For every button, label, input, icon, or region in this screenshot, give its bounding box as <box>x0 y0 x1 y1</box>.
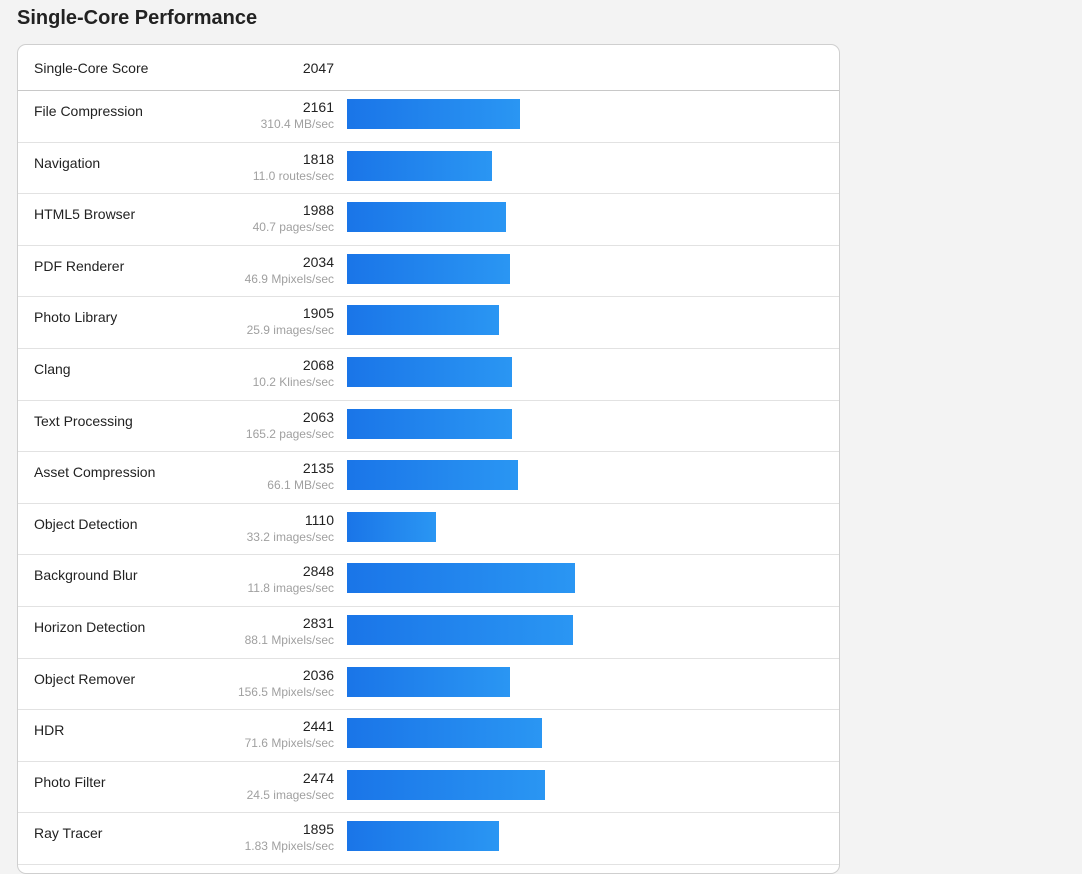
benchmark-name: Ray Tracer <box>34 825 103 842</box>
benchmark-throughput: 46.9 Mpixels/sec <box>244 271 334 286</box>
score-bar <box>347 563 575 594</box>
table-row: Horizon Detection 2831 88.1 Mpixels/sec <box>18 607 839 659</box>
score-bar-track <box>347 666 667 697</box>
benchmark-throughput: 24.5 images/sec <box>246 787 334 802</box>
benchmark-name: File Compression <box>34 103 143 119</box>
table-row: Clang 2068 10.2 Klines/sec <box>18 349 839 401</box>
score-bar-track <box>347 408 667 439</box>
benchmark-name: Object Detection <box>34 515 138 532</box>
score-bar-track <box>347 356 667 387</box>
benchmark-score: 2441 <box>302 718 334 735</box>
benchmark-score: 2063 <box>302 408 334 425</box>
score-bar <box>347 150 492 181</box>
benchmark-throughput: 33.2 images/sec <box>246 529 334 544</box>
benchmark-score: 1988 <box>302 202 334 219</box>
score-bar <box>347 511 436 542</box>
table-row: Photo Library 1905 25.9 images/sec <box>18 297 839 349</box>
benchmark-score: 2848 <box>302 563 334 580</box>
score-bar-track <box>347 202 667 233</box>
benchmark-name: Object Remover <box>34 670 136 687</box>
benchmark-name: Photo Library <box>34 309 118 326</box>
benchmark-table: Single-Core Score 2047 File Compression 2… <box>17 44 840 874</box>
benchmark-name: PDF Renderer <box>34 257 125 274</box>
benchmark-name: Text Processing <box>34 412 133 429</box>
benchmark-score: 2034 <box>302 253 334 270</box>
score-bar <box>347 769 545 800</box>
benchmark-name: Photo Filter <box>34 773 106 790</box>
benchmark-throughput: 310.4 MB/sec <box>260 117 334 131</box>
score-bar <box>347 666 510 697</box>
score-bar <box>347 99 520 129</box>
benchmark-name: HDR <box>34 722 65 739</box>
table-row: HDR 2441 71.6 Mpixels/sec <box>18 710 839 762</box>
benchmark-score: 1110 <box>304 511 334 528</box>
benchmark-throughput: 40.7 pages/sec <box>252 220 334 235</box>
table-row: Navigation 1818 11.0 routes/sec <box>18 143 839 195</box>
table-row: Photo Filter 2474 24.5 images/sec <box>18 762 839 814</box>
score-bar-track <box>347 305 667 336</box>
score-bar <box>347 460 518 491</box>
table-row: Background Blur 2848 11.8 images/sec <box>18 555 839 607</box>
table-row: PDF Renderer 2034 46.9 Mpixels/sec <box>18 246 839 298</box>
benchmark-rows: File Compression 2161 310.4 MB/sec Navigati… <box>18 91 839 865</box>
score-bar <box>347 305 499 336</box>
page-title: Single-Core Performance <box>17 7 258 29</box>
benchmark-throughput: 11.0 routes/sec <box>252 168 334 183</box>
score-bar <box>347 614 573 645</box>
score-bar <box>347 253 510 284</box>
score-bar <box>347 202 506 233</box>
benchmark-score: 2831 <box>302 614 334 631</box>
table-row: Object Remover 2036 156.5 Mpixels/sec <box>18 659 839 711</box>
benchmark-score: 2135 <box>302 460 334 477</box>
score-bar-track <box>347 253 667 284</box>
score-bar-track <box>347 460 667 491</box>
benchmark-throughput: 10.2 Klines/sec <box>252 374 334 389</box>
score-bar <box>347 821 499 852</box>
table-row: Ray Tracer 1895 1.83 Mpixels/sec <box>18 813 839 865</box>
score-bar <box>347 408 512 439</box>
benchmark-name: Background Blur <box>34 567 138 584</box>
table-row: File Compression 2161 310.4 MB/sec <box>18 91 839 143</box>
benchmark-score: 2068 <box>302 356 334 373</box>
table-row: HTML5 Browser 1988 40.7 pages/sec <box>18 194 839 246</box>
benchmark-score: 1818 <box>302 150 334 167</box>
summary-score: 2047 <box>302 60 334 76</box>
benchmark-name: Horizon Detection <box>34 618 146 635</box>
score-bar-track <box>347 821 667 852</box>
benchmark-name: Asset Compression <box>34 464 156 481</box>
summary-label: Single-Core Score <box>34 60 149 76</box>
benchmark-throughput: 1.83 Mpixels/sec <box>244 839 334 854</box>
benchmark-score: 1905 <box>302 305 334 322</box>
benchmark-score: 2474 <box>302 769 334 786</box>
score-bar-track <box>347 563 667 594</box>
benchmark-score: 1895 <box>302 821 334 838</box>
score-bar <box>347 356 512 387</box>
benchmark-throughput: 11.8 images/sec <box>247 581 335 596</box>
benchmark-name: Clang <box>34 360 71 377</box>
benchmark-throughput: 25.9 images/sec <box>246 323 334 338</box>
summary-row: Single-Core Score 2047 <box>18 45 839 91</box>
benchmark-score: 2161 <box>302 99 334 115</box>
table-row: Asset Compression 2135 66.1 MB/sec <box>18 452 839 504</box>
score-bar-track <box>347 614 667 645</box>
score-bar-track <box>347 150 667 181</box>
benchmark-throughput: 88.1 Mpixels/sec <box>244 632 334 647</box>
score-bar-track <box>347 769 667 800</box>
score-bar-track <box>347 99 667 129</box>
table-row: Object Detection 1110 33.2 images/sec <box>18 504 839 556</box>
table-row: Text Processing 2063 165.2 pages/sec <box>18 401 839 453</box>
benchmark-name: HTML5 Browser <box>34 206 136 223</box>
benchmark-throughput: 156.5 Mpixels/sec <box>237 684 334 699</box>
benchmark-throughput: 165.2 pages/sec <box>245 426 334 441</box>
benchmark-throughput: 66.1 MB/sec <box>267 478 334 493</box>
score-bar-track <box>347 718 667 749</box>
benchmark-name: Navigation <box>34 154 101 171</box>
benchmark-throughput: 71.6 Mpixels/sec <box>244 736 334 751</box>
score-bar-track <box>347 511 667 542</box>
score-bar <box>347 718 542 749</box>
benchmark-score: 2036 <box>302 666 334 683</box>
